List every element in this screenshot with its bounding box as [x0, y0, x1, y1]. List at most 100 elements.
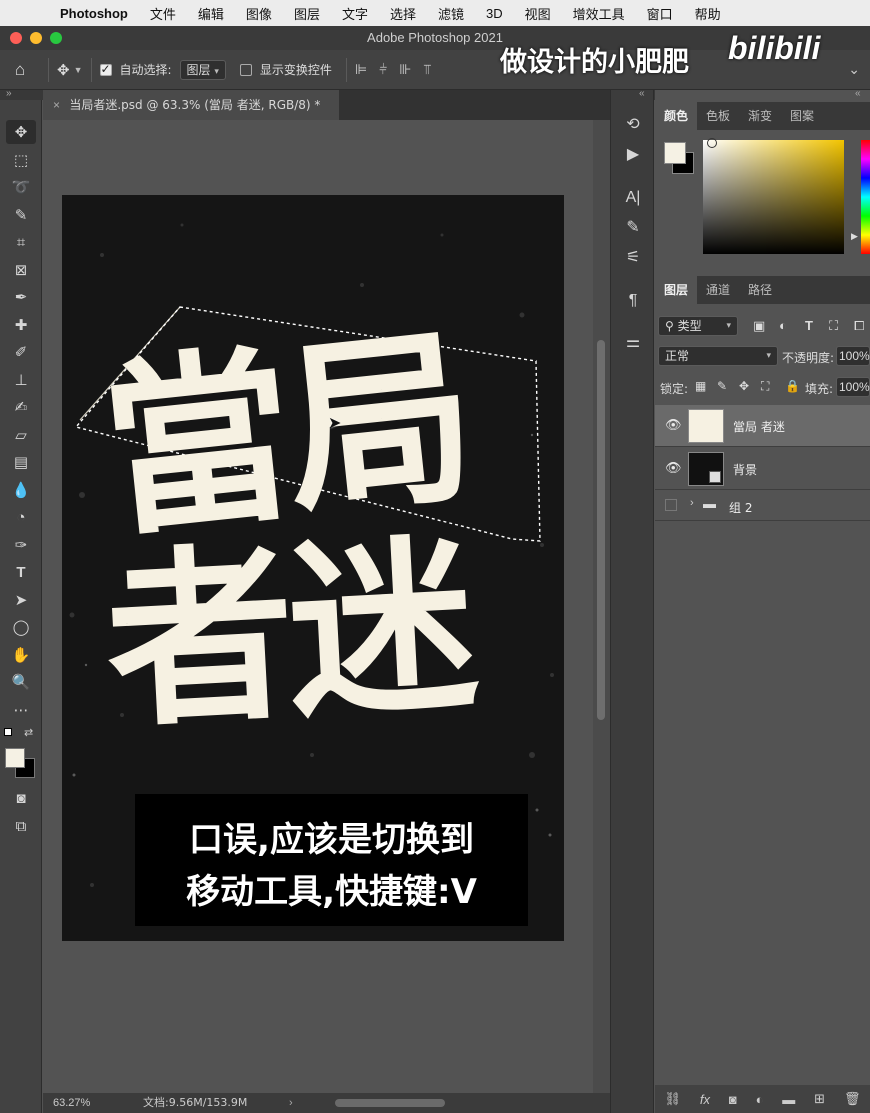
lock-image-icon[interactable]: ✎ — [717, 379, 727, 393]
zoom-tool-icon[interactable]: 🔍 — [6, 670, 36, 694]
tab-color[interactable]: 颜色 — [655, 102, 698, 130]
align-right-icon[interactable]: ⊪ — [399, 61, 411, 78]
status-chevron-icon[interactable]: › — [289, 1093, 293, 1113]
hand-tool-icon[interactable]: ✋ — [6, 643, 36, 667]
gradient-tool-icon[interactable]: ▤ — [6, 450, 36, 474]
quick-select-tool-icon[interactable]: ✎ — [6, 203, 36, 227]
brush-tool-icon[interactable]: ✐ — [6, 340, 36, 364]
menu-layer[interactable]: 图层 — [294, 4, 320, 23]
color-panel-foreground-swatch[interactable] — [664, 142, 686, 164]
new-group-icon[interactable]: ▬ — [782, 1092, 795, 1107]
menu-3d[interactable]: 3D — [486, 6, 503, 21]
blur-tool-icon[interactable]: 💧 — [6, 478, 36, 502]
tab-patterns[interactable]: 图案 — [781, 102, 823, 130]
path-select-tool-icon[interactable]: ➤ — [6, 588, 36, 612]
new-layer-icon[interactable]: ⊞ — [814, 1091, 825, 1107]
opacity-input[interactable]: 100% — [836, 346, 870, 366]
document-canvas[interactable]: 當局 者迷 ➤ 口误,应该是切换到 移动工具,快捷键:V — [62, 195, 564, 941]
frame-tool-icon[interactable]: ⊠ — [6, 258, 36, 282]
visibility-eye-icon[interactable]: 👁 — [665, 418, 682, 432]
collapse-icon[interactable]: « — [855, 88, 861, 99]
layer-name[interactable]: 當局 者迷 — [733, 418, 785, 435]
horizontal-scrollbar-thumb[interactable] — [335, 1099, 445, 1107]
layer-row[interactable]: 👁 當局 者迷 — [655, 405, 870, 447]
chevron-down-icon[interactable]: ▼ — [74, 65, 83, 75]
scrollbar-thumb[interactable] — [597, 340, 605, 720]
zoom-level[interactable]: 63.27% — [53, 1093, 90, 1113]
dodge-tool-icon[interactable]: ◔ — [6, 505, 36, 529]
screen-mode-icon[interactable]: ⧉ — [6, 814, 36, 838]
pen-tool-icon[interactable]: ✑ — [6, 533, 36, 557]
menu-filter[interactable]: 滤镜 — [438, 4, 464, 23]
minimize-window-button[interactable] — [30, 32, 42, 44]
menu-plugins[interactable]: 增效工具 — [573, 4, 625, 23]
align-center-icon[interactable]: ⫩ — [379, 61, 387, 78]
close-window-button[interactable] — [10, 32, 22, 44]
healing-brush-tool-icon[interactable]: ✚ — [6, 313, 36, 337]
menu-file[interactable]: 文件 — [150, 4, 176, 23]
menu-help[interactable]: 帮助 — [695, 4, 721, 23]
tab-gradients[interactable]: 渐变 — [739, 102, 781, 130]
type-tool-icon[interactable]: T — [6, 560, 36, 584]
link-layers-icon[interactable]: ⛓ — [664, 1091, 681, 1107]
swap-colors-icon[interactable]: ⇄ — [24, 726, 33, 739]
add-mask-icon[interactable]: ◙ — [729, 1092, 737, 1107]
auto-select-checkbox[interactable] — [99, 62, 112, 76]
zoom-window-button[interactable] — [50, 32, 62, 44]
visibility-eye-icon[interactable]: 👁 — [665, 461, 682, 475]
paragraph-panel-icon[interactable]: ¶ — [619, 288, 647, 314]
chevron-right-icon[interactable]: › — [690, 497, 694, 509]
more-tools-icon[interactable]: ⋯ — [6, 698, 36, 722]
collapse-icon[interactable]: « — [639, 88, 645, 99]
lasso-tool-icon[interactable]: ➰ — [6, 175, 36, 199]
visibility-toggle-empty[interactable] — [665, 499, 677, 511]
properties-panel-icon[interactable]: ⚌ — [619, 330, 647, 356]
menu-edit[interactable]: 编辑 — [198, 4, 224, 23]
layer-group-name[interactable]: 组 2 — [729, 499, 752, 516]
eraser-tool-icon[interactable]: ▱ — [6, 423, 36, 447]
tab-paths[interactable]: 路径 — [739, 276, 781, 304]
layer-group-row[interactable]: › ▬ 组 2 — [655, 491, 870, 521]
lock-artboard-icon[interactable]: ⛶ — [761, 379, 769, 394]
crop-tool-icon[interactable]: ⌗ — [6, 230, 36, 254]
quick-mask-icon[interactable]: ◙ — [6, 786, 36, 810]
menu-window[interactable]: 窗口 — [647, 4, 673, 23]
layer-name[interactable]: 背景 — [733, 461, 757, 478]
lock-position-icon[interactable]: ✥ — [739, 379, 749, 393]
expand-icon[interactable]: » — [6, 88, 12, 99]
tab-layers[interactable]: 图层 — [655, 276, 698, 304]
fill-input[interactable]: 100% — [836, 377, 870, 397]
filter-shape-icon[interactable]: ⛶ — [829, 318, 838, 334]
menu-app-name[interactable]: Photoshop — [60, 6, 128, 21]
default-colors-icon[interactable] — [4, 728, 12, 736]
fx-icon[interactable]: fx — [700, 1092, 710, 1107]
foreground-color-swatch[interactable] — [5, 748, 25, 768]
move-tool-icon[interactable]: ✥ — [6, 120, 36, 144]
history-panel-icon[interactable]: ⟲ — [619, 112, 647, 138]
stamp-tool-icon[interactable]: ⊥ — [6, 368, 36, 392]
tab-channels[interactable]: 通道 — [697, 276, 739, 304]
document-tab[interactable]: × 当局者迷.psd @ 63.3% (當局 者迷, RGB/8) * — [43, 90, 339, 120]
color-picker-marker[interactable] — [707, 138, 717, 148]
menu-type[interactable]: 文字 — [342, 4, 368, 23]
tab-swatches[interactable]: 色板 — [697, 102, 739, 130]
marquee-tool-icon[interactable]: ⬚ — [6, 148, 36, 172]
filter-adjustment-icon[interactable]: ◐ — [779, 318, 787, 333]
menu-select[interactable]: 选择 — [390, 4, 416, 23]
layer-row[interactable]: 👁 背景 — [655, 448, 870, 490]
brush-settings-icon[interactable]: ✎ — [619, 215, 647, 241]
lock-all-icon[interactable]: 🔒 — [785, 379, 800, 393]
align-left-icon[interactable]: ⊫ — [355, 61, 367, 78]
blend-mode-dropdown[interactable]: 正常 ▾ — [658, 346, 778, 366]
home-icon[interactable]: ⌂ — [0, 60, 40, 80]
layer-filter-dropdown[interactable]: ⚲ 类型 ▾ — [658, 316, 738, 336]
actions-panel-icon[interactable]: ▶ — [619, 142, 647, 168]
lock-transparent-icon[interactable]: ▦ — [695, 379, 706, 393]
character-panel-icon[interactable]: A| — [619, 185, 647, 211]
menu-view[interactable]: 视图 — [525, 4, 551, 23]
align-top-icon[interactable]: ⫪ — [423, 61, 431, 78]
filter-type-icon[interactable]: T — [805, 318, 813, 333]
close-tab-icon[interactable]: × — [53, 98, 60, 112]
new-adjustment-layer-icon[interactable]: ◐ — [756, 1092, 764, 1107]
move-tool-preset-icon[interactable]: ✥ — [57, 61, 70, 79]
